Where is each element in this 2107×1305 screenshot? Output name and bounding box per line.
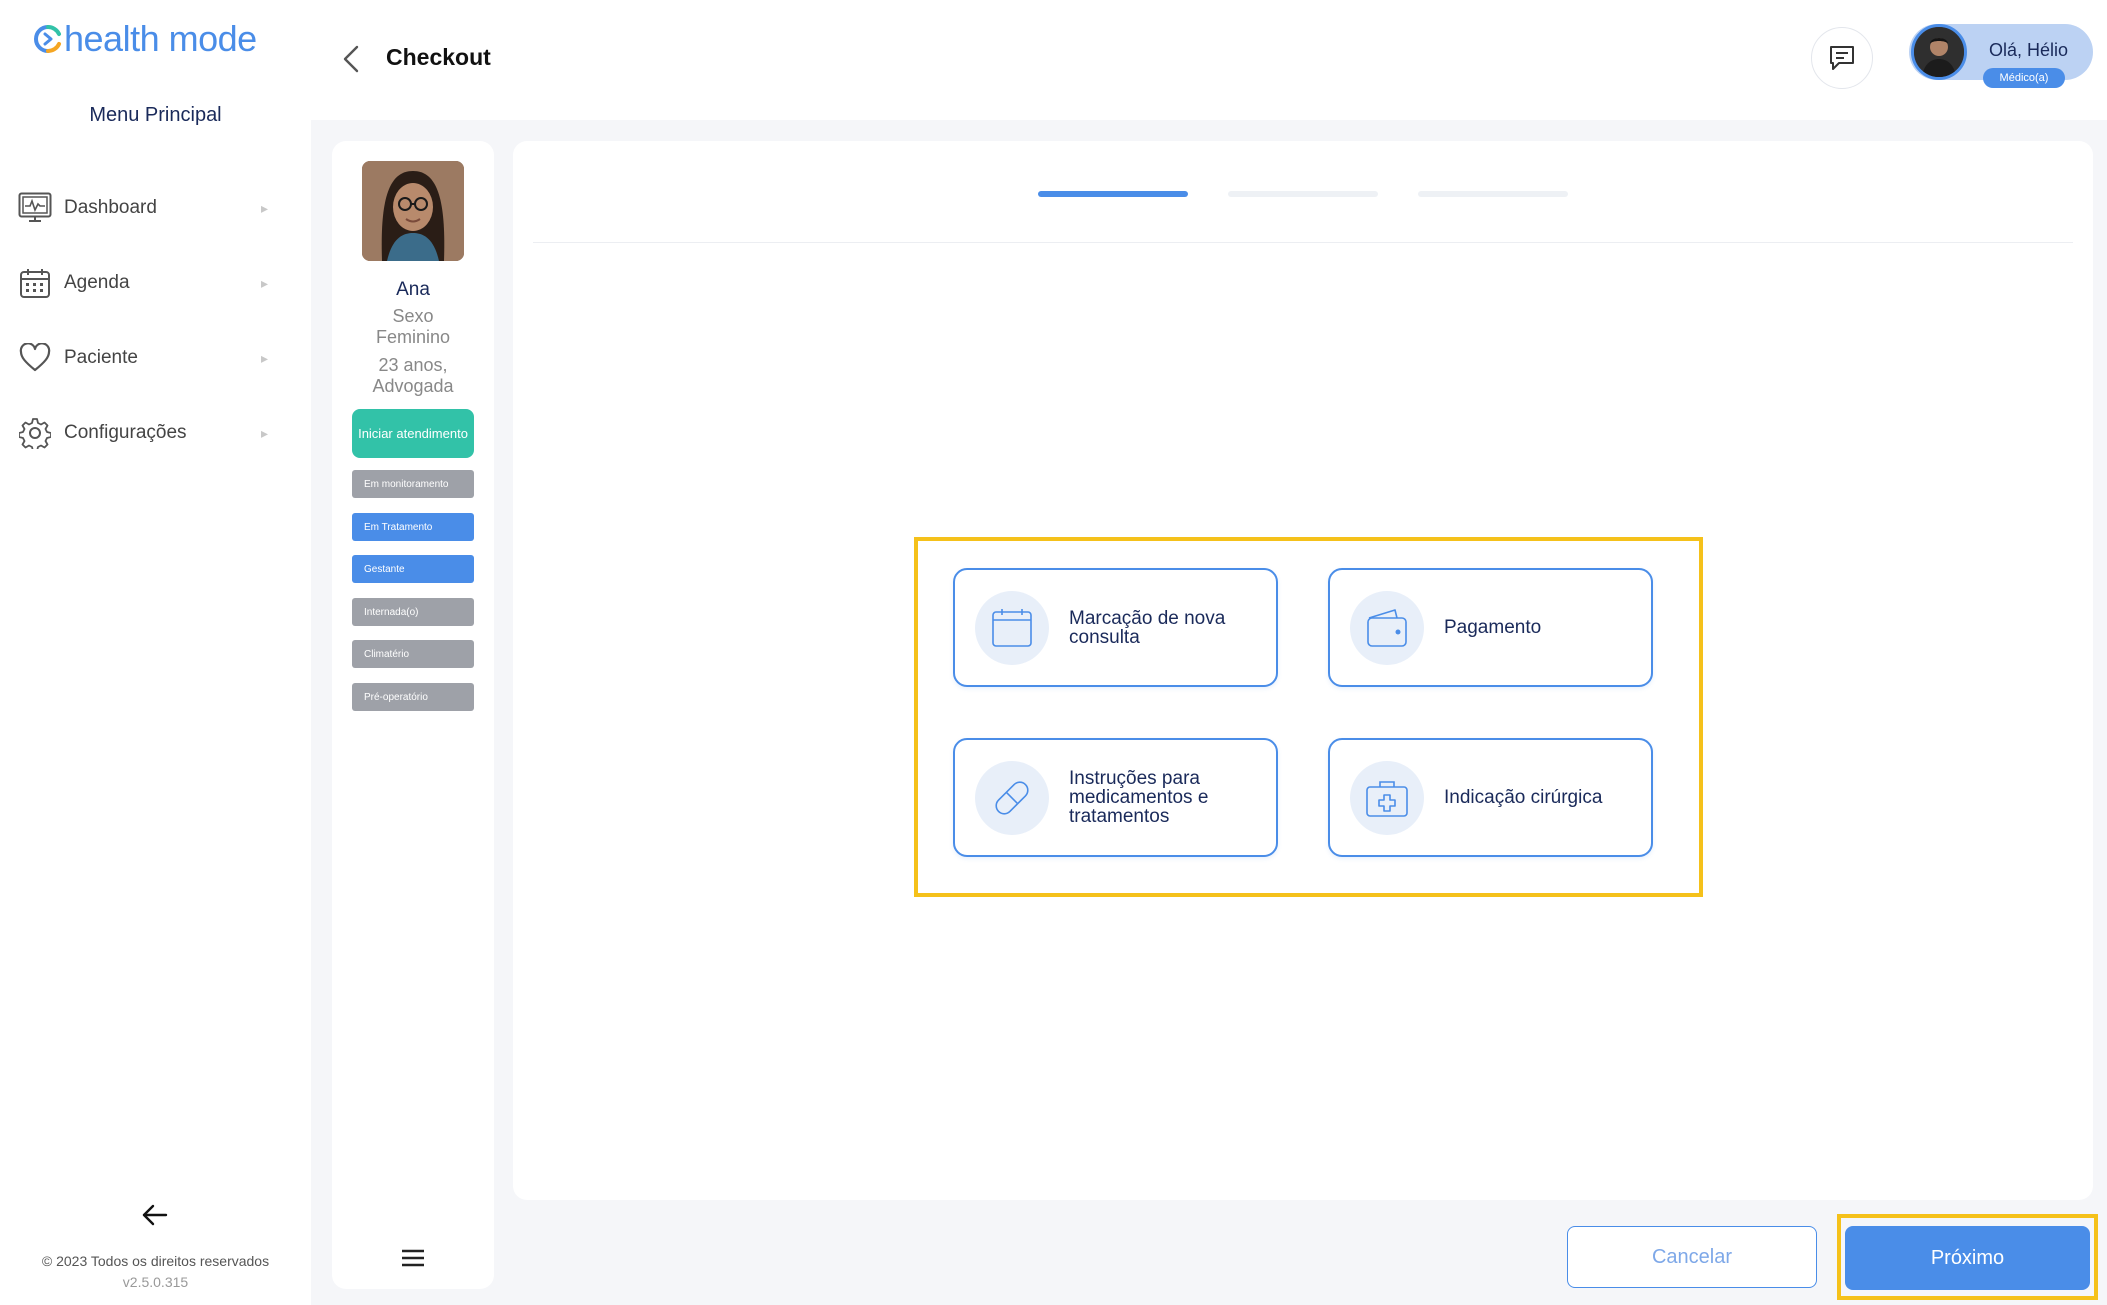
cancel-button[interactable]: Cancelar — [1567, 1226, 1817, 1288]
sidebar: health mode Menu Principal Dashboard ▸ A… — [0, 0, 311, 1305]
step-indicator-2 — [1228, 191, 1378, 197]
copyright-text: © 2023 Todos os direitos reservados — [41, 1253, 270, 1269]
health-mode-logo-icon — [34, 24, 61, 54]
chevron-right-icon: ▸ — [260, 349, 268, 366]
heart-icon — [18, 341, 52, 375]
tag-climaterio[interactable]: Climatério — [352, 640, 474, 668]
patient-card: Ana Sexo Feminino 23 anos, Advogada Inic… — [332, 141, 494, 1289]
patient-name: Ana — [396, 279, 430, 300]
tag-internada[interactable]: Internada(o) — [352, 598, 474, 626]
chat-icon — [1830, 46, 1854, 70]
menu-title: Menu Principal — [89, 104, 222, 126]
role-badge: Médico(a) — [1983, 68, 2065, 88]
tag-pre-operatorio[interactable]: Pré-operatório — [352, 683, 474, 711]
logo-text: health mode — [64, 18, 257, 59]
sidebar-item-paciente[interactable]: Paciente ▸ — [18, 338, 268, 378]
option-instrucoes-medicamentos[interactable]: Instruções para medicamentos e tratament… — [953, 738, 1278, 857]
monitor-icon — [18, 191, 52, 225]
collapse-sidebar-arrow-icon[interactable] — [140, 1200, 170, 1230]
step-indicator-1 — [1038, 191, 1188, 197]
calendar-icon — [975, 590, 1049, 665]
next-button[interactable]: Próximo — [1845, 1226, 2090, 1290]
option-label: Marcação de nova consulta — [1069, 607, 1226, 648]
tag-em-tratamento[interactable]: Em Tratamento — [352, 513, 474, 541]
sidebar-item-label: Agenda — [64, 272, 130, 293]
user-greeting: Olá, Hélio — [1989, 40, 2069, 60]
user-profile-menu[interactable]: Olá, Hélio Médico(a) — [1909, 24, 2093, 88]
back-chevron-icon[interactable] — [339, 44, 365, 74]
calendar-icon — [18, 266, 52, 300]
patient-sex-label: Sexo — [392, 306, 434, 326]
option-pagamento[interactable]: Pagamento — [1328, 568, 1653, 687]
page-title: Checkout — [386, 44, 491, 70]
sidebar-item-configuracoes[interactable]: Configurações ▸ — [18, 413, 268, 453]
patient-sex-value: Feminino — [375, 327, 451, 347]
option-nova-consulta[interactable]: Marcação de nova consulta — [953, 568, 1278, 687]
start-appointment-button[interactable]: Iniciar atendimento — [352, 409, 474, 458]
patient-age: 23 anos, — [378, 355, 448, 375]
divider — [533, 242, 2073, 243]
medical-kit-icon — [1350, 760, 1424, 835]
option-label: Instruções para medicamentos e tratament… — [1069, 768, 1209, 827]
avatar — [1911, 24, 1967, 80]
gear-icon — [18, 416, 52, 450]
app-logo[interactable]: health mode — [32, 18, 257, 60]
chevron-right-icon: ▸ — [260, 424, 268, 441]
patient-photo — [362, 161, 464, 261]
option-label: Indicação cirúrgica — [1444, 787, 1603, 808]
sidebar-item-label: Paciente — [64, 347, 138, 368]
sidebar-item-label: Configurações — [64, 422, 187, 443]
tag-em-monitoramento[interactable]: Em monitoramento — [352, 470, 474, 498]
wallet-icon — [1350, 590, 1424, 665]
hamburger-menu-icon[interactable] — [400, 1247, 426, 1269]
step-indicator-3 — [1418, 191, 1568, 197]
next-button-highlight: Próximo — [1837, 1214, 2098, 1300]
pill-icon — [975, 760, 1049, 835]
sidebar-item-dashboard[interactable]: Dashboard ▸ — [18, 188, 268, 228]
sidebar-item-label: Dashboard — [64, 197, 157, 218]
patient-occupation: Advogada — [372, 376, 454, 396]
chevron-right-icon: ▸ — [260, 199, 268, 216]
sidebar-item-agenda[interactable]: Agenda ▸ — [18, 263, 268, 303]
top-header: Checkout Olá, Hélio Médico(a) — [311, 0, 2107, 120]
option-label: Pagamento — [1444, 617, 1542, 638]
chat-button[interactable] — [1811, 27, 1873, 89]
option-indicacao-cirurgica[interactable]: Indicação cirúrgica — [1328, 738, 1653, 857]
tag-gestante[interactable]: Gestante — [352, 555, 474, 583]
version-text: v2.5.0.315 — [122, 1274, 189, 1290]
chevron-right-icon: ▸ — [260, 274, 268, 291]
